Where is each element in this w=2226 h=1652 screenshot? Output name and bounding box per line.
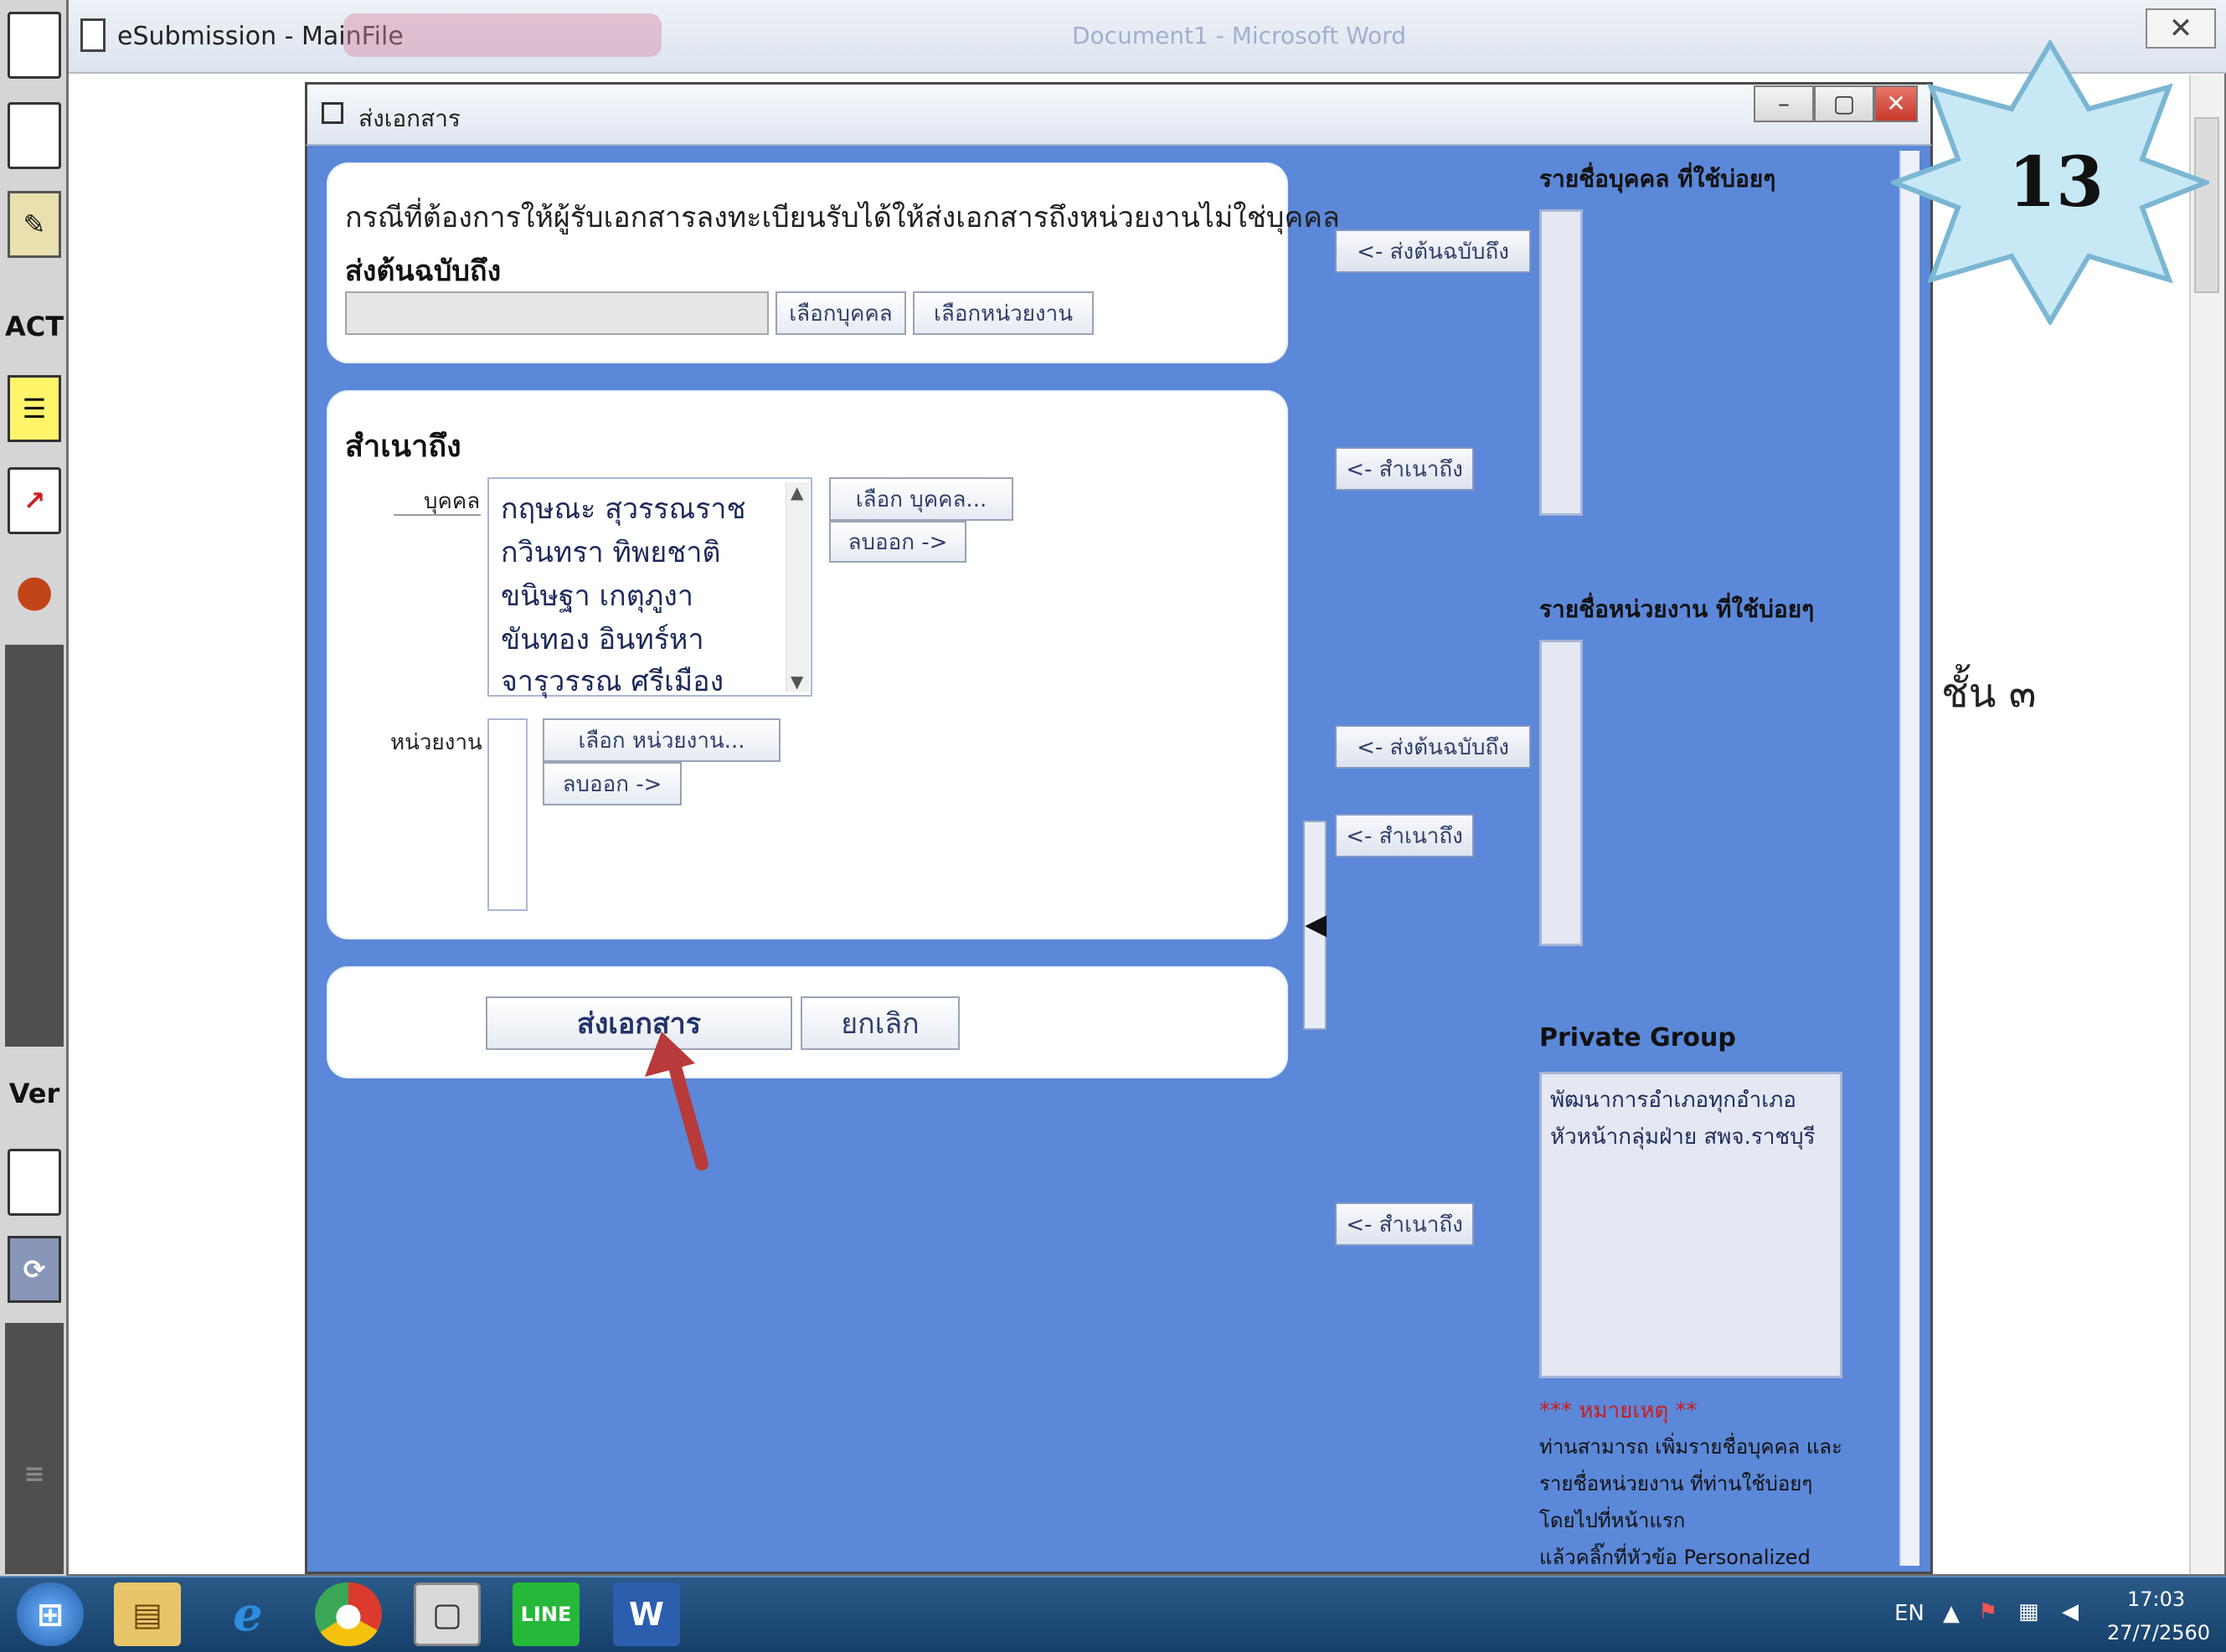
copy-select-unit-button[interactable]: เลือก หน่วยงาน... (543, 718, 781, 762)
sticky-note-icon[interactable]: ☰ (8, 375, 61, 442)
step-number: 13 (2008, 142, 2105, 223)
scroll-down-icon[interactable]: ▼ (791, 672, 803, 692)
remark-line: แล้วคลิ๊กที่หัวข้อ Personalized (1539, 1546, 1811, 1569)
person-list-item[interactable]: ขันทอง อินทร์หา (501, 616, 704, 661)
dialog-scrollbar[interactable] (1899, 151, 1919, 1566)
copy-to-button[interactable]: <- สำเนาถึง (1335, 447, 1474, 491)
frequent-units-heading: รายชื่อหน่วยงาน ที่ใช้บ่อยๆ (1539, 595, 1815, 623)
copy-remove-unit-button[interactable]: ลบออก -> (543, 762, 682, 805)
person-label-underline (394, 514, 481, 516)
collapse-arrow-icon[interactable]: ◀ (1305, 908, 1327, 941)
app-window-icon[interactable]: ▢ (414, 1583, 481, 1646)
internet-explorer-icon[interactable]: e (214, 1583, 281, 1646)
app-document-icon (80, 18, 106, 52)
person-list-item[interactable]: กฤษณะ สุวรรณราช (501, 486, 746, 531)
recipient-note: กรณีที่ต้องการให้ผู้รับเอกสารลงทะเบียนรั… (345, 201, 1340, 234)
copy-select-person-button[interactable]: เลือก บุคคล... (829, 477, 1013, 521)
document-edit-icon[interactable] (8, 102, 61, 169)
action-center-flag-icon[interactable]: ⚑ (1978, 1599, 1997, 1624)
act-button[interactable]: ACT (5, 293, 64, 360)
dialog-icon (322, 102, 343, 124)
remark-line: ท่านสามารถ เพิ่มรายชื่อบุคคล และ (1539, 1435, 1842, 1459)
frequent-persons-list[interactable] (1539, 209, 1583, 516)
original-to-field[interactable] (345, 291, 769, 335)
copy-to-heading: สำเนาถึง (345, 430, 461, 464)
person-list-item[interactable]: ขนิษฐา เกตุภูงา (501, 573, 693, 618)
dialog-titlebar (305, 82, 1933, 146)
file-explorer-icon[interactable]: ▤ (114, 1583, 181, 1646)
toolbar-divider (5, 645, 64, 1047)
blurred-tab-region (343, 13, 662, 57)
private-group-list[interactable]: พัฒนาการอำเภอทุกอำเภอ หัวหน้ากลุ่มฝ่าย ส… (1539, 1072, 1842, 1378)
person-label: บุคคล (424, 489, 481, 514)
remark-line: โดยไปที่หน้าแรก (1539, 1509, 1686, 1532)
person-list-item[interactable]: จารุวรรณ ศรีเมือง (501, 658, 724, 703)
remark-title: *** หมายเหตุ ** (1539, 1398, 1698, 1423)
ver-button[interactable]: Ver (8, 1060, 61, 1127)
chart-icon[interactable]: ↗ (8, 467, 61, 534)
clock-time[interactable]: 17:03 (2127, 1588, 2185, 1611)
select-unit-button[interactable]: เลือกหน่วยงาน (913, 291, 1094, 335)
scroll-up-icon[interactable]: ▲ (791, 482, 803, 502)
original-to-heading: ส่งต้นฉบับถึง (345, 255, 502, 288)
copy-to-unit-button[interactable]: <- สำเนาถึง (1335, 814, 1474, 857)
person-list-scrollbar[interactable] (786, 482, 809, 692)
page-icon[interactable] (8, 1149, 61, 1216)
send-original-to-button[interactable]: <- ส่งต้นฉบับถึง (1335, 229, 1531, 273)
network-icon[interactable]: ▦ (2018, 1599, 2039, 1624)
cancel-button[interactable]: ยกเลิก (801, 996, 960, 1050)
language-indicator[interactable]: EN (1894, 1601, 1925, 1626)
maximize-button[interactable]: ▢ (1814, 85, 1874, 122)
private-group-item[interactable]: พัฒนาการอำเภอทุกอำเภอ (1550, 1083, 1796, 1117)
person-listbox[interactable]: กฤษณะ สุวรรณราช กวินทรา ทิพยชาติ ขนิษฐา … (487, 477, 812, 698)
copy-to-group-button[interactable]: <- สำเนาถึง (1335, 1202, 1474, 1246)
person-list-item[interactable]: กวินทรา ทิพยชาติ (501, 529, 721, 574)
tray-expand-icon[interactable]: ▲ (1943, 1601, 1960, 1626)
minimize-button[interactable]: – (1754, 85, 1814, 122)
new-document-icon[interactable] (8, 12, 61, 79)
volume-icon[interactable]: ◀ (2062, 1599, 2079, 1624)
line-app-icon[interactable]: LINE (513, 1583, 580, 1646)
copy-remove-person-button[interactable]: ลบออก -> (829, 521, 966, 563)
annotation-arrow-icon (645, 1032, 709, 1171)
unit-label: หน่วยงาน (390, 730, 482, 755)
frequent-units-list[interactable] (1539, 640, 1583, 946)
database-icon[interactable]: ⟳ (8, 1236, 61, 1303)
background-window-title: Document1 - Microsoft Word (1072, 22, 1407, 49)
remark-line: รายชื่อหน่วยงาน ที่ท่านใช้บ่อยๆ (1539, 1472, 1813, 1495)
user-icon[interactable]: ● (8, 558, 61, 625)
dialog-title: ส่งเอกสาร (358, 105, 461, 132)
chrome-icon[interactable]: ● (315, 1583, 382, 1646)
private-group-item[interactable]: หัวหน้ากลุ่มฝ่าย สพจ.ราชบุรี (1550, 1119, 1816, 1154)
frequent-persons-heading: รายชื่อบุคคล ที่ใช้บ่อยๆ (1539, 165, 1776, 193)
background-document-text: ชั้น ๓ (1941, 670, 2037, 717)
select-person-button[interactable]: เลือกบุคคล (775, 291, 906, 335)
clock-date[interactable]: 27/7/2560 (2107, 1621, 2210, 1644)
folder-icon[interactable]: ✎ (8, 191, 61, 258)
list-icon[interactable]: ≡ (8, 1440, 61, 1507)
send-original-to-unit-button[interactable]: <- ส่งต้นฉบับถึง (1335, 725, 1531, 769)
word-icon[interactable]: W (613, 1583, 680, 1646)
start-button-icon[interactable]: ⊞ (17, 1583, 84, 1646)
unit-listbox[interactable] (487, 718, 528, 911)
private-group-heading: Private Group (1539, 1023, 1736, 1052)
